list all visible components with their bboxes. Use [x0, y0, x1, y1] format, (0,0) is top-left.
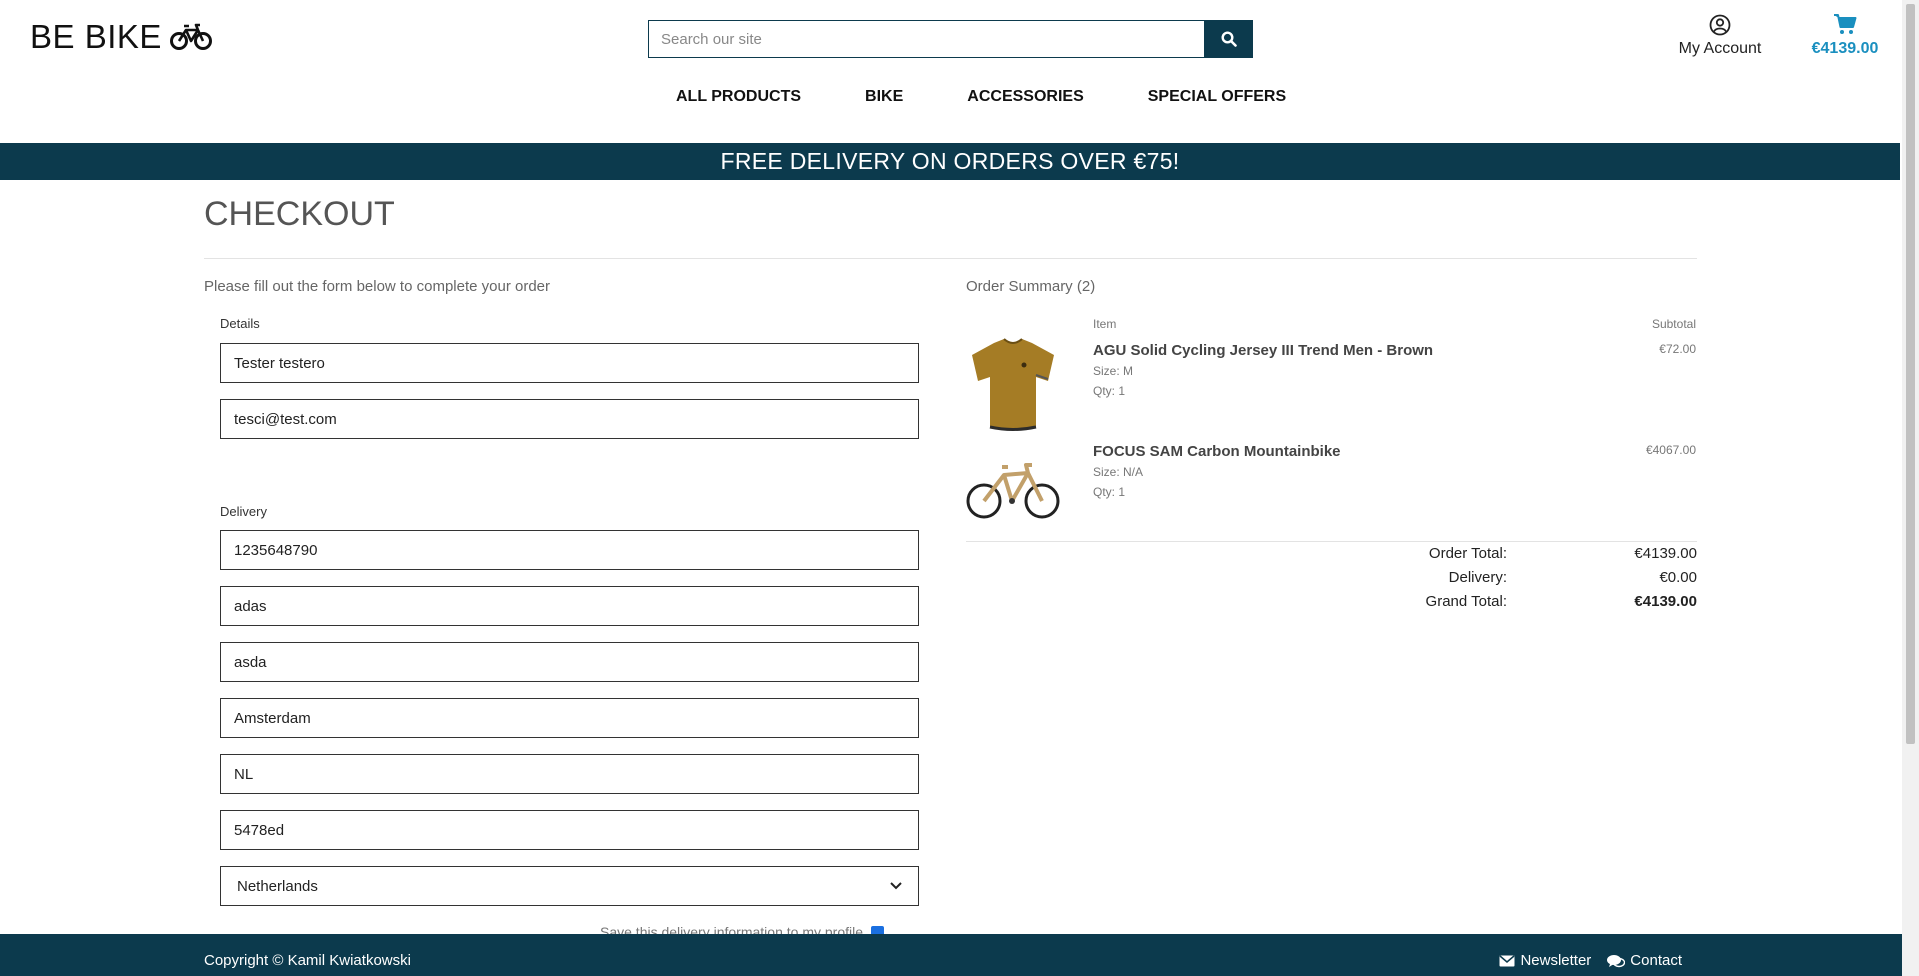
item-price: €72.00 [1659, 342, 1696, 356]
form-intro: Please fill out the form below to comple… [204, 278, 551, 295]
cart-link[interactable]: €4139.00 [1795, 12, 1895, 58]
search-input[interactable] [648, 20, 1204, 58]
footer-links: Newsletter Contact [1499, 952, 1682, 969]
street-address-2-field[interactable] [220, 642, 919, 682]
phone-field[interactable] [220, 530, 919, 570]
delivery-label: Delivery [220, 504, 267, 519]
item-qty: Qty: 1 [1093, 485, 1126, 499]
search-button[interactable] [1204, 20, 1253, 58]
contact-label: Contact [1630, 952, 1682, 969]
summary-divider [966, 541, 1697, 542]
full-name-field[interactable] [220, 343, 919, 383]
street-address-1-field[interactable] [220, 586, 919, 626]
site-header: BE BIKE My Account €4139.00 [0, 0, 1900, 143]
nav-special-offers[interactable]: SPECIAL OFFERS [1116, 88, 1318, 106]
item-name[interactable]: FOCUS SAM Carbon Mountainbike [1093, 443, 1341, 460]
divider [204, 258, 1697, 259]
item-name[interactable]: AGU Solid Cycling Jersey III Trend Men -… [1093, 342, 1433, 359]
delivery-cost-label: Delivery: [1448, 569, 1507, 586]
item-size: Size: M [1093, 364, 1134, 378]
site-footer: Copyright © Kamil Kwiatkowski Newsletter… [0, 934, 1902, 976]
page-scrollbar[interactable] [1902, 0, 1919, 976]
newsletter-label: Newsletter [1520, 952, 1592, 969]
newsletter-link[interactable]: Newsletter [1499, 952, 1591, 969]
my-account-label: My Account [1678, 40, 1762, 57]
country-select-value: Netherlands [237, 877, 318, 895]
item-qty: Qty: 1 [1093, 384, 1126, 398]
bicycle-icon [169, 23, 212, 50]
chevron-down-icon [890, 882, 902, 890]
order-summary-title: Order Summary (2) [966, 278, 1096, 295]
item-size: Size: N/A [1093, 465, 1144, 479]
subtotal-column-header: Subtotal [1651, 317, 1696, 331]
search-bar [648, 20, 1253, 58]
copyright-text: Copyright © Kamil Kwiatkowski [204, 952, 411, 969]
free-delivery-banner: FREE DELIVERY ON ORDERS OVER €75! [0, 143, 1900, 180]
site-logo[interactable]: BE BIKE [30, 18, 212, 56]
nav-bike[interactable]: BIKE [833, 88, 935, 106]
order-total-label: Order Total: [1428, 545, 1507, 562]
chat-bubbles-icon [1607, 954, 1626, 967]
grand-total-label: Grand Total: [1425, 593, 1507, 610]
county-field[interactable] [220, 754, 919, 794]
town-field[interactable] [220, 698, 919, 738]
jersey-image[interactable] [964, 335, 1062, 433]
contact-link[interactable]: Contact [1607, 952, 1682, 969]
nav-all-products[interactable]: ALL PRODUCTS [644, 88, 833, 106]
postcode-field[interactable] [220, 810, 919, 850]
details-label: Details [220, 316, 260, 331]
grand-total-value: €4139.00 [1634, 593, 1697, 610]
country-select[interactable]: Netherlands [220, 866, 919, 906]
bike-image[interactable] [964, 445, 1062, 543]
logo-text: BE BIKE [30, 18, 162, 55]
nav-accessories[interactable]: ACCESSORIES [935, 88, 1115, 106]
item-column-header: Item [1093, 317, 1117, 331]
shopping-cart-icon [1834, 14, 1857, 34]
envelope-icon [1499, 954, 1515, 966]
search-icon [1220, 31, 1237, 47]
scrollbar-thumb[interactable] [1906, 4, 1915, 744]
my-account-link[interactable]: My Account [1670, 14, 1770, 58]
user-circle-icon [1709, 14, 1731, 36]
main-nav: ALL PRODUCTS BIKE ACCESSORIES SPECIAL OF… [644, 88, 1318, 106]
cart-total: €4139.00 [1811, 40, 1879, 57]
page-title: CHECKOUT [204, 195, 395, 233]
order-total-value: €4139.00 [1634, 545, 1697, 562]
email-field[interactable] [220, 399, 919, 439]
item-price: €4067.00 [1645, 443, 1696, 457]
delivery-cost-value: €0.00 [1659, 569, 1697, 586]
